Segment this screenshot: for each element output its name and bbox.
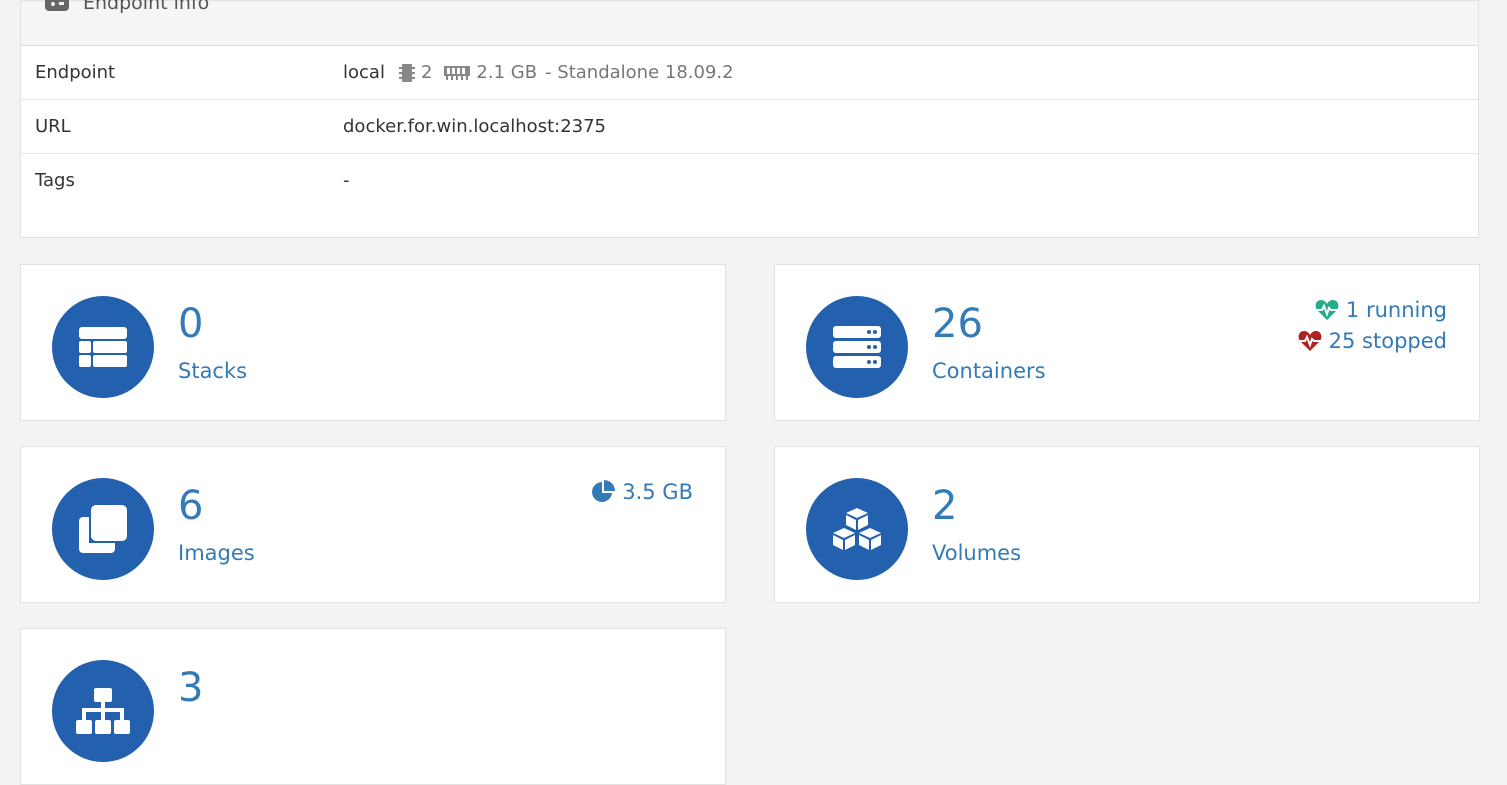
running-status: 1 running (1315, 298, 1447, 322)
panel-header: Endpoint info (21, 0, 1478, 46)
stacks-count: 0 (178, 301, 204, 347)
volumes-count: 2 (932, 483, 958, 529)
url-key: URL (35, 116, 71, 137)
images-label: Images (178, 541, 255, 565)
images-card[interactable]: 6 Images 3.5 GB (20, 446, 726, 603)
url-value: docker.for.win.localhost:2375 (343, 116, 607, 137)
cpu-icon (398, 63, 415, 82)
table-icon (79, 327, 127, 367)
endpoint-name: local (343, 62, 385, 83)
panel-title: Endpoint info (83, 0, 210, 14)
pie-chart-icon (592, 480, 616, 502)
stacks-card[interactable]: 0 Stacks (20, 264, 726, 421)
stopped-count: 25 stopped (1328, 329, 1447, 353)
tags-key: Tags (35, 170, 75, 191)
running-count: 1 running (1345, 298, 1447, 322)
containers-card[interactable]: 26 Containers 1 running 25 stopped (774, 264, 1480, 421)
endpoint-mode: - Standalone 18.09.2 (545, 62, 734, 83)
networks-count: 3 (178, 665, 204, 711)
heartbeat-icon (1315, 300, 1339, 320)
heartbeat-icon (1298, 331, 1322, 351)
images-icon-circle (52, 478, 154, 580)
endpoint-row: Endpoint local 2 2.1 GB - Standalone 18.… (21, 46, 1478, 100)
endpoint-value: local 2 2.1 GB - Standalone 18.09.2 (343, 62, 734, 83)
cpu-count: 2 (420, 62, 433, 83)
containers-label: Containers (932, 359, 1046, 383)
url-row: URL docker.for.win.localhost:2375 (21, 100, 1478, 154)
endpoint-key: Endpoint (35, 62, 116, 83)
endpoint-info-panel: Endpoint info Endpoint local 2 2.1 GB - … (20, 0, 1479, 238)
memory-amount: 2.1 GB (476, 62, 538, 83)
volumes-card[interactable]: 2 Volumes (774, 446, 1480, 603)
dashboard-icon (45, 0, 69, 11)
images-count: 6 (178, 483, 204, 529)
stacks-icon-circle (52, 296, 154, 398)
images-size: 3.5 GB (591, 480, 693, 504)
tags-value: - (343, 170, 350, 191)
tags-row: Tags - (21, 154, 1478, 208)
containers-icon-circle (806, 296, 908, 398)
volumes-icon-circle (806, 478, 908, 580)
clone-icon (79, 505, 127, 553)
networks-card[interactable]: 3 (20, 628, 726, 785)
stacks-label: Stacks (178, 359, 248, 383)
volumes-label: Volumes (932, 541, 1022, 565)
images-size-value: 3.5 GB (622, 480, 693, 504)
stopped-status: 25 stopped (1298, 329, 1447, 353)
sitemap-icon (76, 688, 130, 734)
memory-icon (444, 65, 471, 80)
networks-icon-circle (52, 660, 154, 762)
server-icon (833, 326, 881, 368)
containers-count: 26 (932, 301, 983, 347)
cubes-icon (833, 508, 881, 550)
